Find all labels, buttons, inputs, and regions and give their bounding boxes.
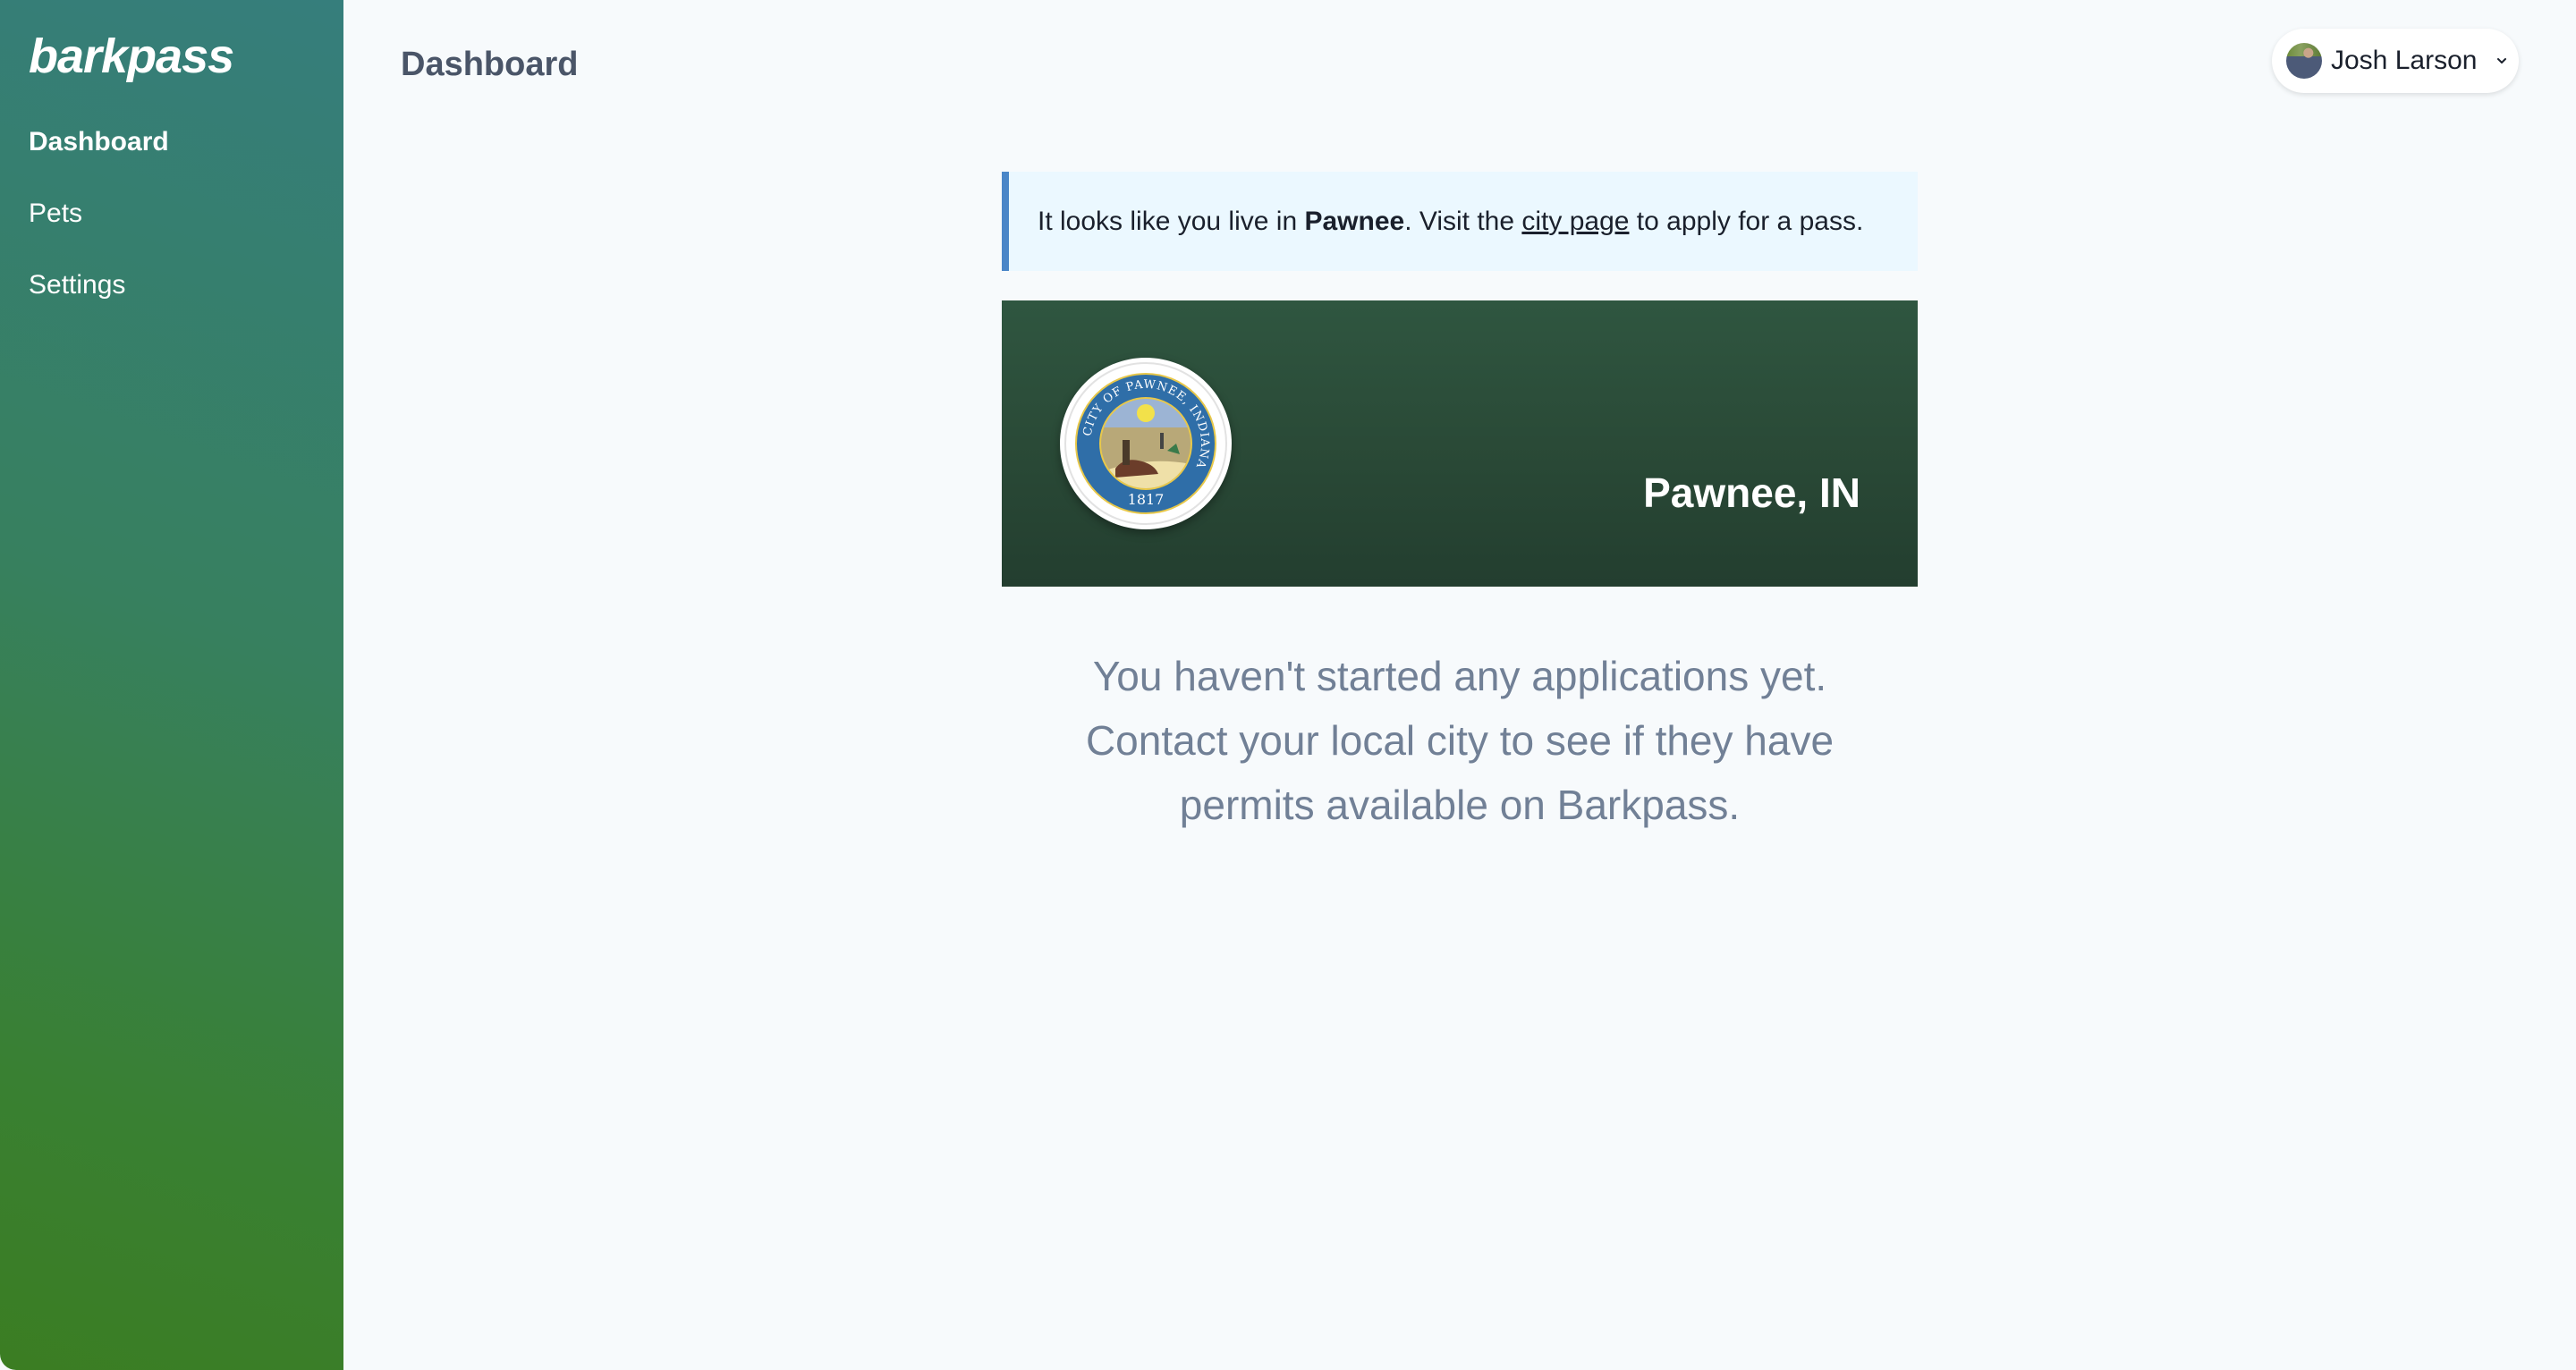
user-name: Josh Larson <box>2331 46 2478 75</box>
avatar <box>2286 43 2322 79</box>
city-banner[interactable]: CITY OF PAWNEE, INDIANA 1817 Pawnee, IN <box>1002 300 1918 587</box>
seal-year: 1817 <box>1128 491 1165 508</box>
page-title: Dashboard <box>401 46 579 83</box>
empty-state-message: You haven't started any applications yet… <box>1002 644 1918 837</box>
sidebar-item-settings[interactable]: Settings <box>29 267 125 303</box>
alert-suffix: to apply for a pass. <box>1629 206 1864 236</box>
empty-state-line: You haven't started any applications yet… <box>1092 653 1827 699</box>
user-menu-button[interactable]: Josh Larson <box>2272 29 2519 93</box>
city-name: Pawnee, IN <box>1643 469 1860 516</box>
alert-middle: . Visit the <box>1404 206 1522 236</box>
sidebar-item-dashboard[interactable]: Dashboard <box>29 124 169 160</box>
alert-text: It looks like you live in Pawnee. Visit … <box>1038 207 1863 237</box>
city-alert: It looks like you live in Pawnee. Visit … <box>1002 172 1918 271</box>
city-seal-icon: CITY OF PAWNEE, INDIANA 1817 <box>1060 358 1232 529</box>
alert-city: Pawnee <box>1304 206 1405 236</box>
city-page-link[interactable]: city page <box>1521 207 1629 236</box>
empty-state-line: permits available on Barkpass. <box>1179 782 1741 828</box>
sidebar: barkpass Dashboard Pets Settings <box>0 0 343 1370</box>
barkpass-logo[interactable]: barkpass <box>29 25 234 88</box>
empty-state-line: Contact your local city to see if they h… <box>1085 717 1835 764</box>
sidebar-item-pets[interactable]: Pets <box>29 196 82 232</box>
chevron-down-icon <box>2496 55 2507 66</box>
alert-prefix: It looks like you live in <box>1038 206 1305 236</box>
